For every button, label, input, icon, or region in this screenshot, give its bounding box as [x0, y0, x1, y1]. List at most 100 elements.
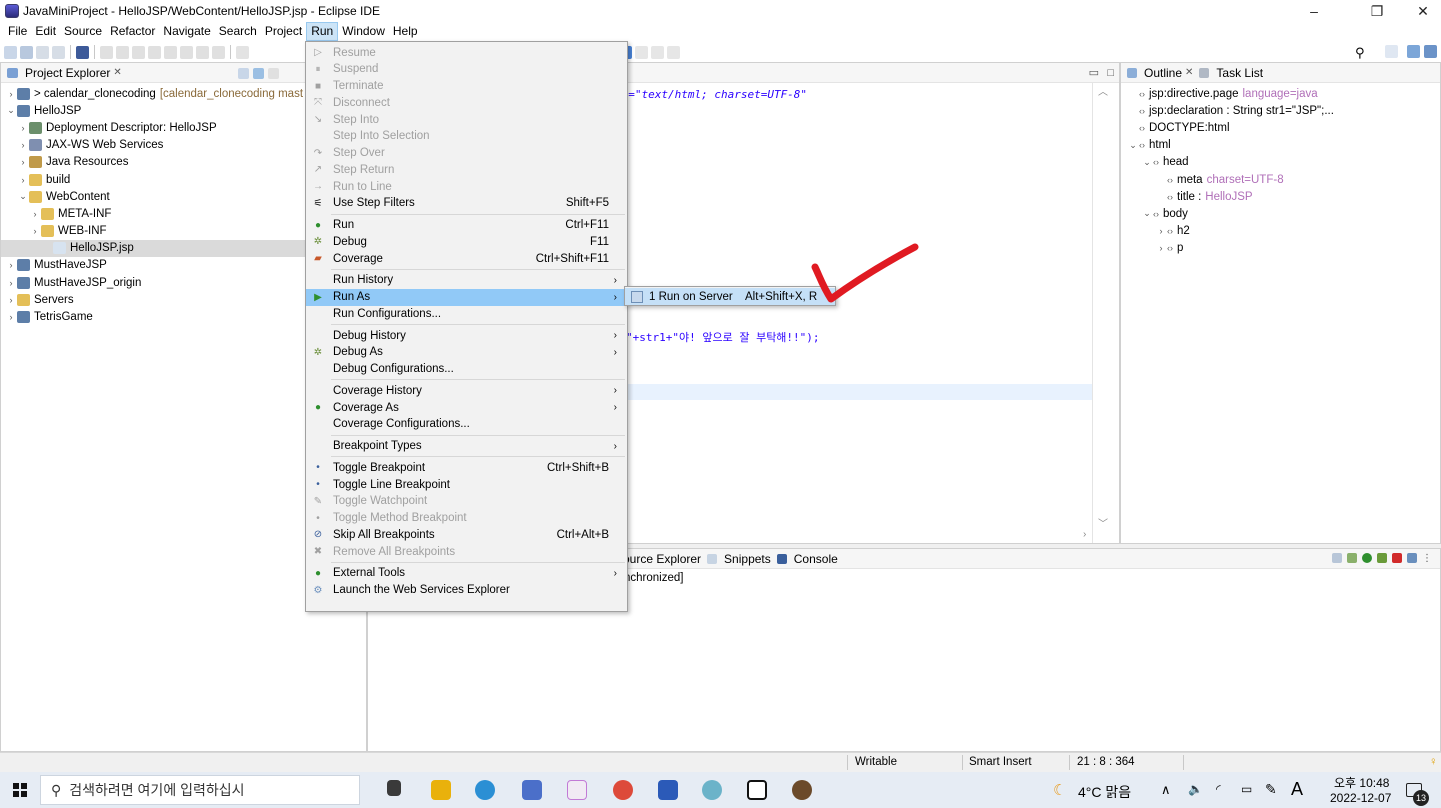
run-menu-item-coverage-history[interactable]: Coverage History ›: [306, 382, 627, 399]
edge-browser-icon[interactable]: [475, 780, 495, 800]
run-menu-item-step-into[interactable]: ↘ Step Into: [306, 111, 627, 128]
collapse-icon[interactable]: [1332, 553, 1342, 563]
minimize-button[interactable]: –: [1291, 0, 1337, 22]
windows-start-icon[interactable]: [13, 783, 27, 797]
input-language-indicator[interactable]: A: [1291, 779, 1303, 800]
weather-moon-icon[interactable]: ☾: [1053, 781, 1066, 799]
link-editor-icon[interactable]: [253, 68, 264, 79]
expand-arrow-icon[interactable]: ⌄: [1127, 140, 1139, 151]
run-menu-item-toggle-method-breakpoint[interactable]: • Toggle Method Breakpoint: [306, 510, 627, 527]
suspend-icon[interactable]: [132, 45, 145, 59]
step-into-icon[interactable]: [180, 45, 193, 59]
task-view-icon[interactable]: [387, 780, 401, 796]
filter-icon[interactable]: [268, 68, 279, 79]
run-menu-item-coverage-as[interactable]: ● Coverage As ›: [306, 399, 627, 416]
run-menu-item-step-over[interactable]: ↷ Step Over: [306, 145, 627, 162]
word-icon[interactable]: [658, 780, 678, 800]
start-server-icon[interactable]: [1362, 553, 1372, 563]
visual-studio-icon[interactable]: [522, 780, 542, 800]
tab-outline[interactable]: Outline ✕: [1127, 66, 1193, 80]
menu-file[interactable]: File: [4, 22, 31, 41]
menu-help[interactable]: Help: [389, 22, 422, 41]
expand-arrow-icon[interactable]: ›: [17, 140, 29, 150]
run-menu-item-run-to-line[interactable]: → Run to Line: [306, 178, 627, 195]
outline-node[interactable]: ‹› jsp:declaration : String str1="JSP";..…: [1121, 102, 1440, 119]
run-menu-item-external-tools[interactable]: ● External Tools ›: [306, 565, 627, 582]
perspective-icon[interactable]: [1385, 45, 1398, 58]
run-menu-item-run-configurations[interactable]: Run Configurations...: [306, 305, 627, 322]
outline-node[interactable]: ⌄ ‹› body: [1121, 205, 1440, 222]
tab-task-list[interactable]: Task List: [1199, 66, 1263, 80]
tab-project-explorer[interactable]: Project Explorer ✕: [7, 66, 122, 80]
expand-arrow-icon[interactable]: ⌄: [1141, 208, 1153, 219]
step-return-icon[interactable]: [212, 45, 225, 59]
menu-window[interactable]: Window: [338, 22, 389, 41]
expand-arrow-icon[interactable]: ›: [29, 209, 41, 219]
expand-arrow-icon[interactable]: ›: [5, 295, 17, 305]
outline-node[interactable]: ‹› jsp:directive.page language=java: [1121, 85, 1440, 102]
run-menu-item-skip-all-breakpoints[interactable]: ⊘ Skip All Breakpoints Ctrl+Alt+B: [306, 526, 627, 543]
save-icon[interactable]: [36, 45, 49, 59]
tab-console[interactable]: Console: [776, 552, 838, 566]
expand-arrow-icon[interactable]: ⌄: [1141, 157, 1153, 168]
chrome-icon[interactable]: [613, 780, 633, 800]
maximize-icon[interactable]: □: [1107, 67, 1114, 79]
run-menu-item-debug[interactable]: ✲ Debug F11: [306, 233, 627, 250]
taskbar-search-box[interactable]: ⚲ 검색하려면 여기에 입력하십시: [40, 775, 360, 805]
scroll-up-icon[interactable]: ︿: [1098, 83, 1108, 98]
menu-project[interactable]: Project: [261, 22, 306, 41]
skip-breakpoints-icon[interactable]: [100, 45, 113, 59]
use-step-filters-icon[interactable]: [236, 45, 249, 59]
tip-icon[interactable]: ♀: [1429, 756, 1438, 768]
close-icon[interactable]: ✕: [113, 67, 121, 78]
run-menu-item-run-history[interactable]: Run History ›: [306, 272, 627, 289]
scroll-down-icon[interactable]: ﹀: [1098, 515, 1108, 530]
tray-chevron-icon[interactable]: ∧: [1161, 782, 1171, 798]
expand-arrow-icon[interactable]: ›: [17, 175, 29, 185]
run-menu-item-toggle-watchpoint[interactable]: ✎ Toggle Watchpoint: [306, 493, 627, 510]
step-over-icon[interactable]: [196, 45, 209, 59]
outline-node[interactable]: ⌄ ‹› html: [1121, 137, 1440, 154]
run-on-server-item[interactable]: 1 Run on Server Alt+Shift+X, R: [625, 288, 835, 305]
expand-arrow-icon[interactable]: ›: [5, 278, 17, 288]
menu-search[interactable]: Search: [215, 22, 261, 41]
menu-refactor[interactable]: Refactor: [106, 22, 159, 41]
file-explorer-icon[interactable]: [431, 780, 451, 800]
collapse-all-icon[interactable]: [238, 68, 249, 79]
run-menu-item-disconnect[interactable]: ⤧ Disconnect: [306, 94, 627, 111]
javaee-perspective-icon[interactable]: [1407, 45, 1420, 58]
terminate-icon[interactable]: [148, 45, 161, 59]
code-line-print[interactable]: "+str1+"야! 앞으로 잘 부탁해!!");: [626, 329, 820, 345]
view-menu-icon[interactable]: ⋮: [1422, 553, 1432, 564]
battery-icon[interactable]: ▭: [1241, 782, 1252, 796]
outline-node[interactable]: › ‹› p: [1121, 240, 1440, 257]
tab-snippets[interactable]: Snippets: [707, 552, 771, 566]
run-menu-item-debug-history[interactable]: Debug History ›: [306, 327, 627, 344]
run-menu-item-run-as[interactable]: ▶ Run As ›: [306, 288, 627, 306]
resume-icon[interactable]: [116, 45, 129, 59]
outline-node[interactable]: ‹› title : HelloJSP: [1121, 188, 1440, 205]
clock-time[interactable]: 오후 10:48: [1334, 774, 1389, 791]
run-menu-item-remove-all-breakpoints[interactable]: ✖ Remove All Breakpoints: [306, 543, 627, 560]
menu-edit[interactable]: Edit: [31, 22, 60, 41]
run-menu-item-terminate[interactable]: ■ Terminate: [306, 78, 627, 95]
clock-date[interactable]: 2022-12-07: [1330, 791, 1391, 805]
expand-arrow-icon[interactable]: ⌄: [17, 191, 29, 202]
outline-node[interactable]: ⌄ ‹› head: [1121, 154, 1440, 171]
run-menu-item-step-return[interactable]: ↗ Step Return: [306, 161, 627, 178]
eclipse-taskbar-icon[interactable]: [792, 780, 812, 800]
outline-node[interactable]: › ‹› h2: [1121, 223, 1440, 240]
volume-icon[interactable]: 🔈: [1188, 782, 1203, 796]
run-menu-item-coverage[interactable]: ▰ Coverage Ctrl+Shift+F11: [306, 250, 627, 267]
new-dropdown-icon[interactable]: [20, 45, 33, 59]
run-menu-item-debug-as[interactable]: ✲ Debug As ›: [306, 344, 627, 361]
run-menu-item-coverage-configurations[interactable]: Coverage Configurations...: [306, 416, 627, 433]
run-menu-item-suspend[interactable]: ⏸ Suspend: [306, 61, 627, 78]
editor-vertical-scrollbar[interactable]: ︿ ﹀: [1092, 83, 1119, 543]
menu-run[interactable]: Run: [306, 22, 339, 41]
maximize-button[interactable]: ❐: [1354, 0, 1400, 22]
menu-navigate[interactable]: Navigate: [159, 22, 214, 41]
back-icon[interactable]: [635, 45, 648, 59]
disconnect-icon[interactable]: [164, 45, 177, 59]
expand-arrow-icon[interactable]: ›: [17, 157, 29, 167]
